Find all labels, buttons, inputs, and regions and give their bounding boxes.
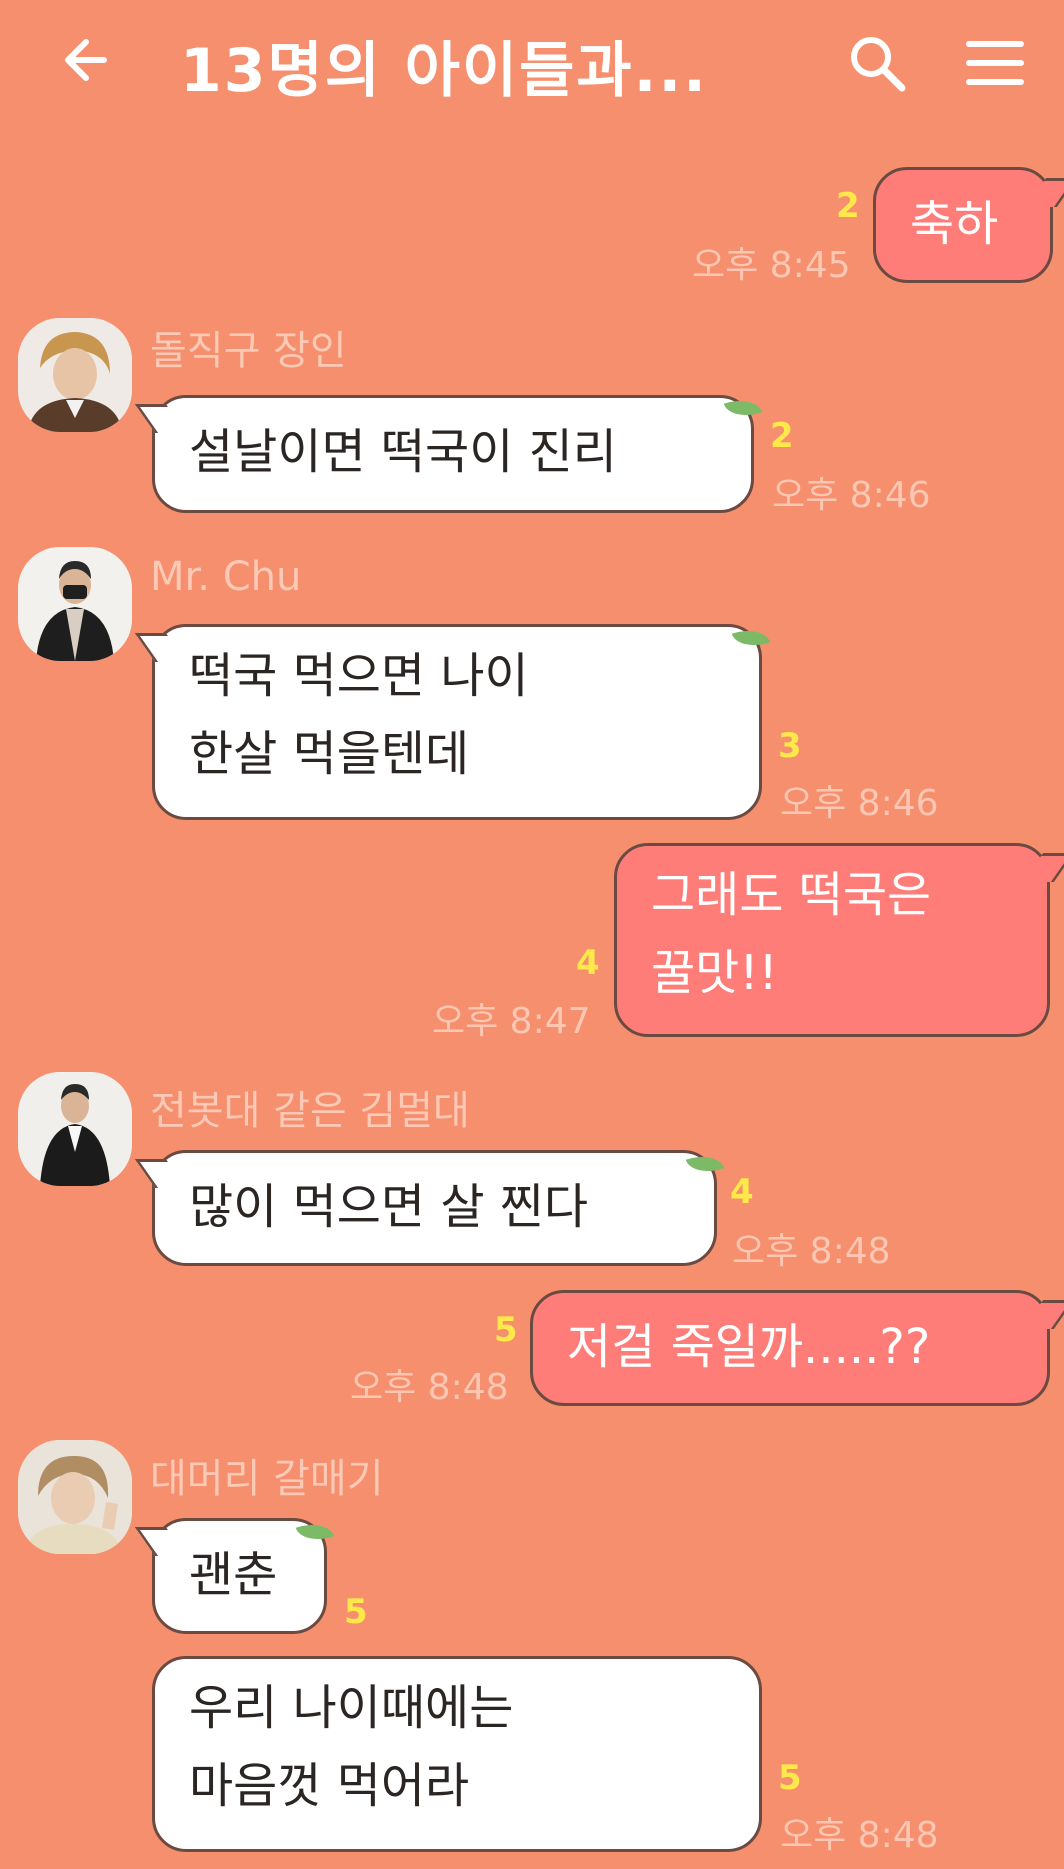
unread-count: 5 — [494, 1310, 518, 1350]
chat-header: 13명의 아이들과... — [0, 0, 1064, 140]
avatar[interactable] — [18, 318, 132, 432]
unread-count: 5 — [778, 1758, 802, 1798]
message-text-line: 떡국 먹으면 나이 — [189, 648, 529, 704]
message-text-line: 마음껏 먹어라 — [189, 1758, 470, 1814]
avatar[interactable] — [18, 1072, 132, 1186]
hamburger-menu-icon[interactable] — [966, 38, 1024, 88]
arrow-left-icon[interactable] — [58, 30, 118, 90]
sender-name: 돌직구 장인 — [150, 328, 347, 374]
message-time: 오후 8:47 — [432, 1001, 591, 1042]
message-time: 오후 8:48 — [732, 1231, 891, 1272]
message-bubble[interactable]: 우리 나이때에는 마음껏 먹어라 — [152, 1656, 762, 1852]
unread-count: 3 — [778, 726, 802, 766]
message-bubble[interactable]: 저걸 죽일까.....?? — [530, 1290, 1050, 1406]
message-bubble[interactable]: 설날이면 떡국이 진리 — [152, 395, 754, 513]
unread-count: 4 — [576, 943, 600, 983]
message-time: 오후 8:48 — [350, 1367, 509, 1408]
sender-name: Mr. Chu — [150, 554, 302, 600]
message-time: 오후 8:46 — [772, 475, 931, 516]
message-text: 저걸 죽일까.....?? — [567, 1319, 931, 1375]
message-text-line: 우리 나이때에는 — [189, 1680, 514, 1736]
message-bubble[interactable]: 많이 먹으면 살 찐다 — [152, 1150, 717, 1266]
unread-count: 2 — [836, 186, 860, 226]
unread-count: 2 — [770, 416, 794, 456]
search-icon[interactable] — [846, 32, 908, 94]
message-bubble[interactable]: 그래도 떡국은 꿀맛!! — [614, 843, 1050, 1037]
unread-count: 5 — [344, 1592, 368, 1632]
message-text: 많이 먹으면 살 찐다 — [189, 1179, 589, 1235]
message-time: 오후 8:45 — [692, 245, 851, 286]
message-bubble[interactable]: 괜춘 — [152, 1518, 327, 1634]
message-text-line: 그래도 떡국은 — [651, 867, 932, 923]
message-text-line: 꿀맛!! — [651, 945, 778, 1001]
message-time: 오후 8:48 — [780, 1815, 939, 1856]
message-bubble[interactable]: 축하 — [873, 167, 1053, 283]
message-text: 축하 — [910, 196, 999, 252]
message-text: 괜춘 — [189, 1547, 278, 1603]
message-text: 설날이면 떡국이 진리 — [189, 424, 617, 480]
sender-name: 전봇대 같은 김멀대 — [150, 1088, 470, 1134]
avatar[interactable] — [18, 547, 132, 661]
unread-count: 4 — [730, 1172, 754, 1212]
chat-title: 13명의 아이들과... — [180, 36, 708, 106]
sender-name: 대머리 갈매기 — [150, 1456, 384, 1502]
avatar[interactable] — [18, 1440, 132, 1554]
message-text-line: 한살 먹을텐데 — [189, 726, 470, 782]
message-time: 오후 8:46 — [780, 783, 939, 824]
message-bubble[interactable]: 떡국 먹으면 나이 한살 먹을텐데 — [152, 624, 762, 820]
